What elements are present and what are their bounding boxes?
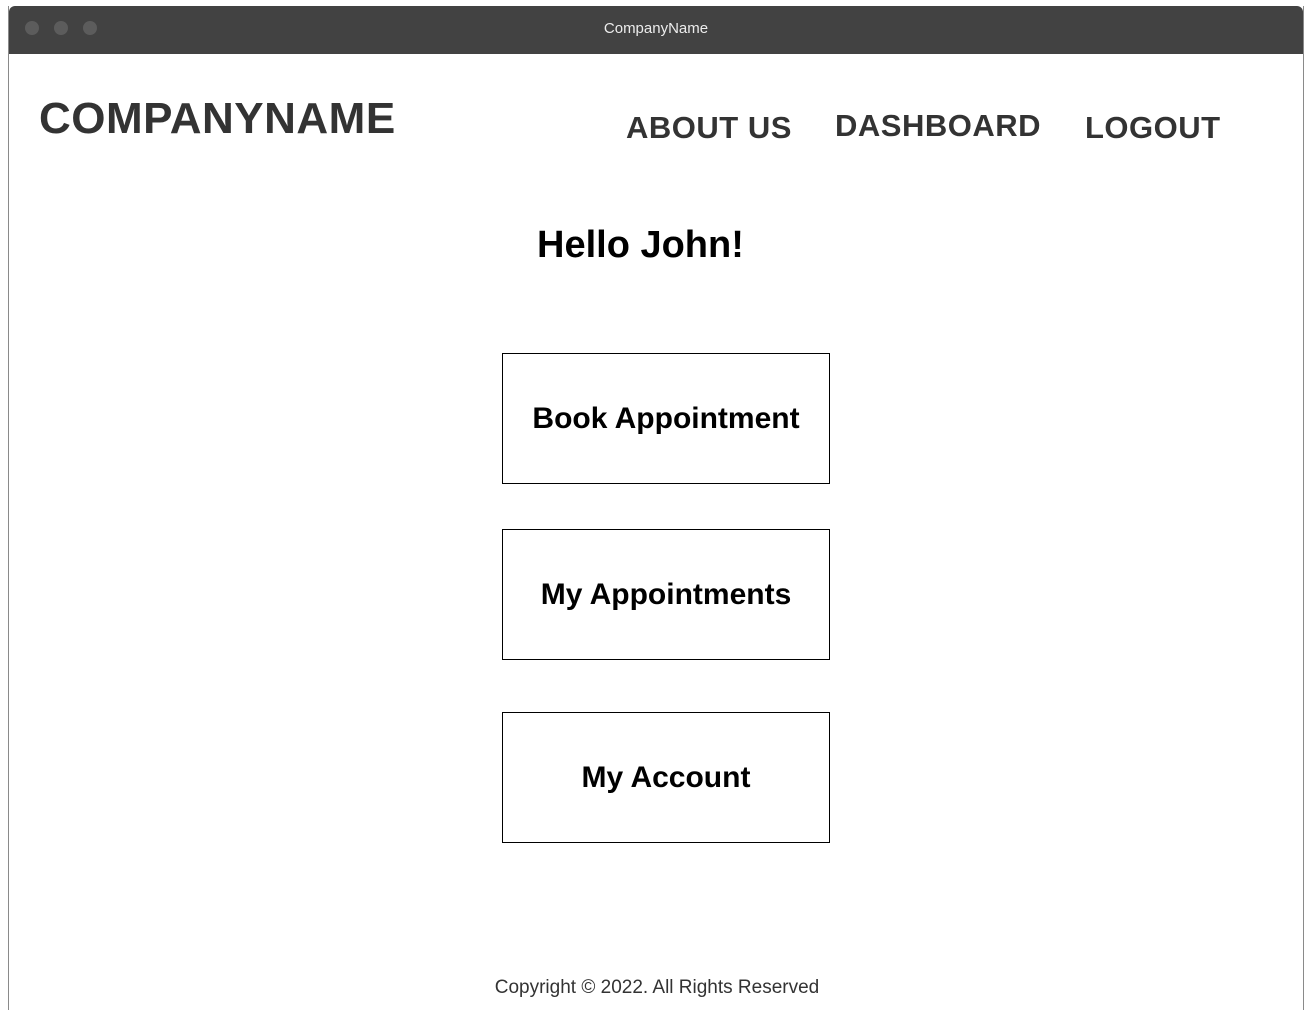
greeting-heading: Hello John! xyxy=(537,224,744,266)
browser-window: CompanyName COMPANYNAME ABOUT US DASHBOA… xyxy=(8,6,1304,1010)
footer-copyright: Copyright © 2022. All Rights Reserved xyxy=(494,977,820,998)
company-logo[interactable]: COMPANYNAME xyxy=(39,94,396,144)
my-appointments-label: My Appointments xyxy=(540,577,792,611)
book-appointment-button[interactable]: Book Appointment xyxy=(502,353,830,484)
book-appointment-label: Book Appointment xyxy=(532,401,800,435)
nav-logout[interactable]: LOGOUT xyxy=(1085,110,1221,146)
window-titlebar: CompanyName xyxy=(9,6,1303,54)
my-account-label: My Account xyxy=(581,760,751,794)
nav-dashboard[interactable]: DASHBOARD xyxy=(835,108,1041,144)
my-appointments-button[interactable]: My Appointments xyxy=(502,529,830,660)
nav-about-us[interactable]: ABOUT US xyxy=(626,110,792,146)
window-title: CompanyName xyxy=(603,20,709,37)
my-account-button[interactable]: My Account xyxy=(502,712,830,843)
